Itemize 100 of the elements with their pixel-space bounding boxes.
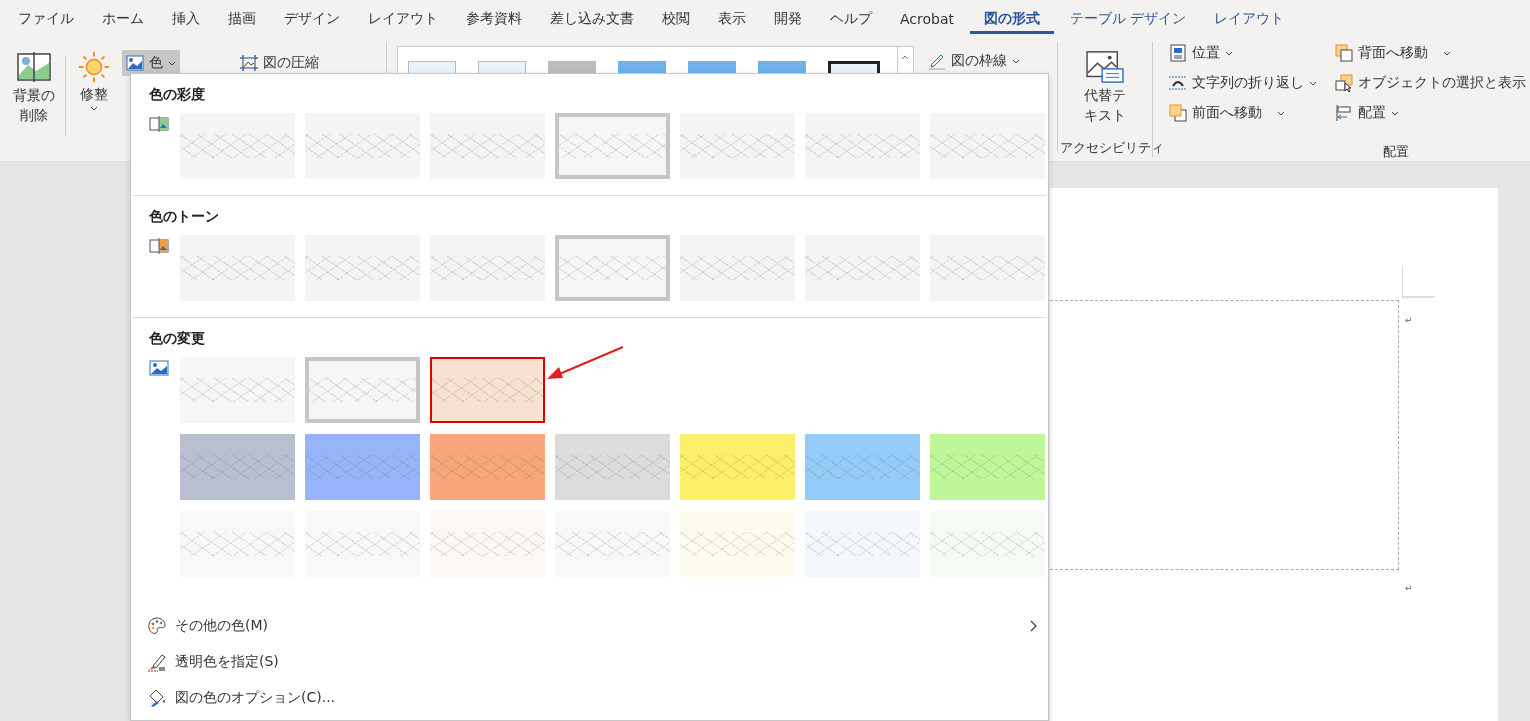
ribbon-tab[interactable]: 図の形式 [970, 4, 1054, 34]
picture-split-icon [149, 116, 169, 132]
paragraph-mark: ↵ [1405, 315, 1413, 325]
caret-icon [1225, 50, 1233, 56]
picture-split-icon [15, 50, 52, 84]
ribbon-tab[interactable]: デザイン [270, 0, 354, 38]
caret-icon [1391, 110, 1399, 116]
color-option[interactable] [430, 434, 545, 500]
wrap-text-button[interactable]: 文字列の折り返し [1165, 70, 1321, 96]
color-option[interactable] [680, 434, 795, 500]
ribbon-tab[interactable]: 挿入 [158, 0, 214, 38]
caret-icon [1443, 50, 1451, 56]
wrap-text-icon [1169, 74, 1187, 92]
caret-icon [1011, 58, 1020, 64]
color-option[interactable] [305, 434, 420, 500]
bring-forward-icon [1169, 104, 1187, 122]
caret-icon [1309, 80, 1317, 86]
color-option[interactable] [805, 511, 920, 577]
color-option[interactable] [555, 434, 670, 500]
color-option[interactable] [305, 511, 420, 577]
color-option[interactable] [180, 235, 295, 301]
color-option[interactable] [680, 235, 795, 301]
color-option[interactable] [305, 113, 420, 179]
paragraph-mark: ↵ [1405, 583, 1413, 593]
align-button[interactable]: 配置 [1331, 100, 1530, 126]
ribbon-tab[interactable]: 差し込み文書 [536, 0, 648, 38]
ribbon-tab[interactable]: 校閲 [648, 0, 704, 38]
color-option[interactable] [430, 511, 545, 577]
palette-icon [147, 616, 167, 636]
compress-picture-icon [240, 54, 259, 72]
menu-item-label: 図の色のオプション(C)... [175, 689, 337, 707]
ribbon-tab[interactable]: ファイル [4, 0, 88, 38]
color-option[interactable] [430, 113, 545, 179]
color-option[interactable] [305, 357, 420, 423]
color-option[interactable] [430, 357, 545, 423]
section-title: 色のトーン [149, 208, 220, 226]
corrections-button[interactable]: 修整 [72, 50, 117, 151]
send-backward-button[interactable]: 背面へ移動 [1331, 40, 1530, 66]
color-option[interactable] [930, 511, 1045, 577]
color-option[interactable] [930, 113, 1045, 179]
selection-pane-button[interactable]: オブジェクトの選択と表示 [1331, 70, 1530, 96]
ribbon-tab[interactable]: ホーム [88, 0, 158, 38]
caret-up-icon [901, 55, 910, 60]
color-option[interactable] [180, 511, 295, 577]
menu-item-label: その他の色(M) [175, 617, 269, 635]
picture-border-button[interactable]: 図の枠線 [923, 48, 1024, 74]
picture-icon [126, 54, 145, 72]
ribbon-tab[interactable]: 表示 [704, 0, 760, 38]
color-button[interactable]: 色 [122, 50, 181, 76]
send-backward-icon [1335, 44, 1353, 62]
color-option[interactable] [555, 113, 670, 179]
ribbon-tab[interactable]: 開発 [760, 0, 816, 38]
remove-background-button[interactable]: 背景の削除 [8, 50, 60, 151]
picture-icon [149, 360, 169, 376]
color-option[interactable] [430, 235, 545, 301]
chevron-right-icon [1030, 620, 1038, 632]
ribbon-tab[interactable]: 参考資料 [452, 0, 536, 38]
picture-split-icon [149, 238, 169, 254]
bring-forward-button[interactable]: 前面へ移動 [1165, 100, 1321, 126]
ribbon-tab[interactable]: 描画 [214, 0, 270, 38]
menu-item-label: 透明色を指定(S) [175, 653, 280, 671]
color-option[interactable] [180, 434, 295, 500]
picture-caption-icon [1083, 50, 1126, 84]
group-label: アクセシビリティ [1059, 139, 1164, 157]
ribbon-tab[interactable]: レイアウト [1200, 0, 1299, 38]
ribbon-tab[interactable]: Acrobat [886, 0, 968, 38]
group-label: 配置 [1383, 143, 1409, 161]
align-icon [1335, 104, 1353, 122]
menu-item[interactable]: その他の色(M) [131, 608, 1048, 644]
crop-mark [1402, 266, 1434, 298]
color-option[interactable] [805, 113, 920, 179]
color-option[interactable] [305, 235, 420, 301]
caret-icon [90, 106, 99, 111]
color-option[interactable] [555, 511, 670, 577]
color-option[interactable] [680, 511, 795, 577]
color-option[interactable] [930, 434, 1045, 500]
color-option[interactable] [180, 357, 295, 423]
alt-text-button[interactable]: 代替テキスト [1079, 50, 1131, 126]
section-title: 色の彩度 [149, 86, 206, 104]
color-option[interactable] [930, 235, 1045, 301]
color-option[interactable] [180, 113, 295, 179]
ribbon-tab[interactable]: レイアウト [354, 0, 452, 38]
pencil-icon [927, 52, 946, 70]
selection-pane-icon [1335, 74, 1353, 92]
ribbon-tab[interactable]: テーブル デザイン [1056, 0, 1201, 38]
color-option[interactable] [555, 235, 670, 301]
ribbon-tab[interactable]: ヘルプ [816, 0, 886, 38]
section-title: 色の変更 [149, 330, 206, 348]
pen-icon [147, 652, 167, 672]
position-button[interactable]: 位置 [1165, 40, 1321, 66]
menu-item[interactable]: 図の色のオプション(C)... [131, 680, 1048, 716]
page-position-icon [1169, 44, 1187, 62]
color-option[interactable] [805, 434, 920, 500]
color-option[interactable] [805, 235, 920, 301]
paint-bucket-icon [147, 688, 167, 708]
caret-icon [1277, 110, 1285, 116]
color-option[interactable] [680, 113, 795, 179]
caret-icon [168, 60, 177, 66]
compress-pictures-button[interactable]: 図の圧縮 [236, 50, 324, 76]
menu-item[interactable]: 透明色を指定(S) [131, 644, 1048, 680]
